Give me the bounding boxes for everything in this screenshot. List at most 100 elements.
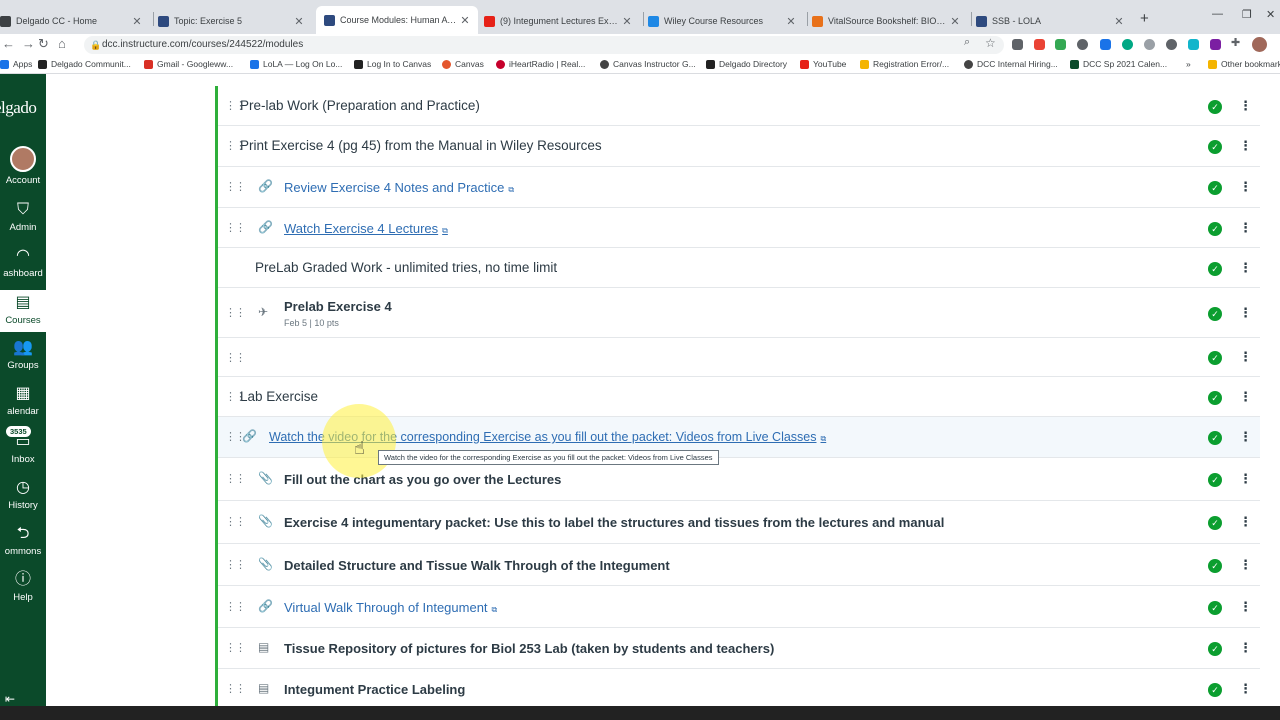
kebab-menu-icon[interactable]: ⋮: [1239, 681, 1252, 697]
published-check-icon[interactable]: ✓: [1208, 516, 1222, 530]
close-icon[interactable]: ✕: [784, 15, 798, 28]
module-item-link[interactable]: ⋮⋮ 🔗 Review Exercise 4 Notes and Practic…: [218, 167, 1260, 208]
drag-handle-icon[interactable]: ⋮⋮: [225, 180, 246, 193]
nav-help[interactable]: ⓘ Help: [0, 570, 46, 603]
module-item-title[interactable]: Integument Practice Labeling: [284, 682, 465, 697]
browser-tab[interactable]: (9) Integument Lectures Ex 4 AP ✕: [484, 8, 640, 34]
module-item-file[interactable]: ⋮⋮ 📎 Detailed Structure and Tissue Walk …: [218, 544, 1260, 586]
nav-dashboard[interactable]: ◠ ashboard: [0, 246, 46, 279]
drag-handle-icon[interactable]: ⋮⋮: [225, 472, 246, 485]
browser-tab[interactable]: Delgado CC - Home ✕: [0, 8, 150, 34]
minimize-icon[interactable]: —: [1212, 8, 1223, 20]
kebab-menu-icon[interactable]: ⋮: [1239, 557, 1252, 573]
browser-tab[interactable]: Wiley Course Resources ✕: [648, 8, 804, 34]
published-check-icon[interactable]: ✓: [1208, 262, 1222, 276]
kebab-menu-icon[interactable]: ⋮: [1239, 389, 1252, 405]
module-item-link[interactable]: ⋮⋮ 🔗 Watch Exercise 4 Lectures ⧉ ✓ ⋮: [218, 208, 1260, 248]
kebab-menu-icon[interactable]: ⋮: [1239, 220, 1252, 236]
extension-icon[interactable]: [1166, 39, 1177, 50]
drag-handle-icon[interactable]: ⋮⋮: [225, 558, 246, 571]
collapse-nav-icon[interactable]: ⇤: [5, 692, 15, 706]
kebab-menu-icon[interactable]: ⋮: [1239, 305, 1252, 321]
drag-handle-icon[interactable]: ⋮⋮: [225, 306, 246, 319]
bookmark[interactable]: Log In to Canvas: [354, 59, 431, 69]
kebab-menu-icon[interactable]: ⋮: [1239, 138, 1252, 154]
kebab-menu-icon[interactable]: ⋮: [1239, 179, 1252, 195]
extension-icon[interactable]: [1034, 39, 1045, 50]
new-tab-button[interactable]: +: [1140, 10, 1149, 27]
module-item-title[interactable]: Tissue Repository of pictures for Biol 2…: [284, 641, 774, 656]
module-item-page[interactable]: ⋮⋮ ▤ Integument Practice Labeling ✓ ⋮: [218, 669, 1260, 710]
published-check-icon[interactable]: ✓: [1208, 100, 1222, 114]
module-item-title[interactable]: Detailed Structure and Tissue Walk Throu…: [284, 558, 670, 573]
extension-icon[interactable]: [1012, 39, 1023, 50]
close-icon[interactable]: ✕: [292, 15, 306, 28]
nav-account[interactable]: Account: [0, 146, 46, 186]
published-check-icon[interactable]: ✓: [1208, 473, 1222, 487]
extension-icon[interactable]: [1210, 39, 1221, 50]
bookmark[interactable]: Canvas Instructor G...: [600, 59, 696, 69]
published-check-icon[interactable]: ✓: [1208, 140, 1222, 154]
published-check-icon[interactable]: ✓: [1208, 307, 1222, 321]
bookmark[interactable]: YouTube: [800, 59, 846, 69]
zoom-icon[interactable]: ⌕: [964, 36, 970, 49]
back-icon[interactable]: ←: [2, 36, 15, 51]
bookmark-apps[interactable]: Apps: [0, 59, 32, 69]
kebab-menu-icon[interactable]: ⋮: [1239, 599, 1252, 615]
more-bookmarks-icon[interactable]: »: [1186, 59, 1191, 69]
reload-icon[interactable]: ↻: [38, 36, 49, 52]
kebab-menu-icon[interactable]: ⋮: [1239, 429, 1252, 445]
close-window-icon[interactable]: ✕: [1266, 8, 1275, 21]
bookmark[interactable]: iHeartRadio | Real...: [496, 59, 585, 69]
published-check-icon[interactable]: ✓: [1208, 559, 1222, 573]
url-input[interactable]: 🔒 dcc.instructure.com/courses/244522/mod…: [84, 36, 1004, 54]
published-check-icon[interactable]: ✓: [1208, 642, 1222, 656]
bookmark[interactable]: Registration Error/...: [860, 59, 949, 69]
profile-avatar[interactable]: [1252, 37, 1267, 52]
module-item-quiz[interactable]: ⋮⋮ ✈ Prelab Exercise 4 Feb 5 | 10 pts ✓ …: [218, 288, 1260, 338]
module-item-title[interactable]: Prelab Exercise 4: [284, 299, 392, 314]
bookmark-folder[interactable]: Other bookmarks: [1208, 59, 1280, 69]
published-check-icon[interactable]: ✓: [1208, 431, 1222, 445]
drag-handle-icon[interactable]: ⋮⋮: [225, 682, 246, 695]
puzzle-icon[interactable]: ✚: [1231, 36, 1240, 49]
published-check-icon[interactable]: ✓: [1208, 181, 1222, 195]
module-item-title[interactable]: Review Exercise 4 Notes and Practice ⧉: [284, 180, 514, 195]
published-check-icon[interactable]: ✓: [1208, 683, 1222, 697]
browser-tab[interactable]: SSB - LOLA ✕: [976, 8, 1132, 34]
published-check-icon[interactable]: ✓: [1208, 601, 1222, 615]
nav-groups[interactable]: 👥 Groups: [0, 338, 46, 371]
kebab-menu-icon[interactable]: ⋮: [1239, 471, 1252, 487]
bookmark[interactable]: DCC Internal Hiring...: [964, 59, 1058, 69]
browser-tab[interactable]: Topic: Exercise 5 ✕: [158, 8, 312, 34]
module-item-file[interactable]: ⋮⋮ 📎 Exercise 4 integumentary packet: Us…: [218, 501, 1260, 544]
extension-icon[interactable]: [1122, 39, 1133, 50]
module-item-title[interactable]: Exercise 4 integumentary packet: Use thi…: [284, 515, 944, 530]
bookmark[interactable]: Delgado Directory: [706, 59, 787, 69]
close-icon[interactable]: ✕: [458, 14, 472, 27]
extension-icon[interactable]: [1144, 39, 1155, 50]
kebab-menu-icon[interactable]: ⋮: [1239, 349, 1252, 365]
nav-commons[interactable]: ⮌ ommons: [0, 524, 46, 557]
kebab-menu-icon[interactable]: ⋮: [1239, 640, 1252, 656]
nav-history[interactable]: ◷ History: [0, 478, 46, 511]
kebab-menu-icon[interactable]: ⋮: [1239, 98, 1252, 114]
close-icon[interactable]: ✕: [1112, 15, 1126, 28]
nav-calendar[interactable]: ▦ alendar: [0, 384, 46, 417]
drag-handle-icon[interactable]: ⋮⋮: [225, 221, 246, 234]
extension-icon[interactable]: [1077, 39, 1088, 50]
drag-handle-icon[interactable]: ⋮⋮: [225, 600, 246, 613]
kebab-menu-icon[interactable]: ⋮: [1239, 514, 1252, 530]
drag-handle-icon[interactable]: ⋮⋮: [225, 515, 246, 528]
kebab-menu-icon[interactable]: ⋮: [1239, 260, 1252, 276]
close-icon[interactable]: ✕: [620, 15, 634, 28]
star-icon[interactable]: ☆: [985, 36, 996, 50]
module-item-title[interactable]: Virtual Walk Through of Integument ⧉: [284, 600, 497, 615]
bookmark[interactable]: Canvas: [442, 59, 484, 69]
published-check-icon[interactable]: ✓: [1208, 351, 1222, 365]
close-icon[interactable]: ✕: [130, 15, 144, 28]
bookmark[interactable]: DCC Sp 2021 Calen...: [1070, 59, 1167, 69]
bookmark[interactable]: Delgado Communit...: [38, 59, 131, 69]
module-item-link[interactable]: ⋮⋮ 🔗 Virtual Walk Through of Integument ⧉…: [218, 586, 1260, 628]
extension-icon[interactable]: [1100, 39, 1111, 50]
